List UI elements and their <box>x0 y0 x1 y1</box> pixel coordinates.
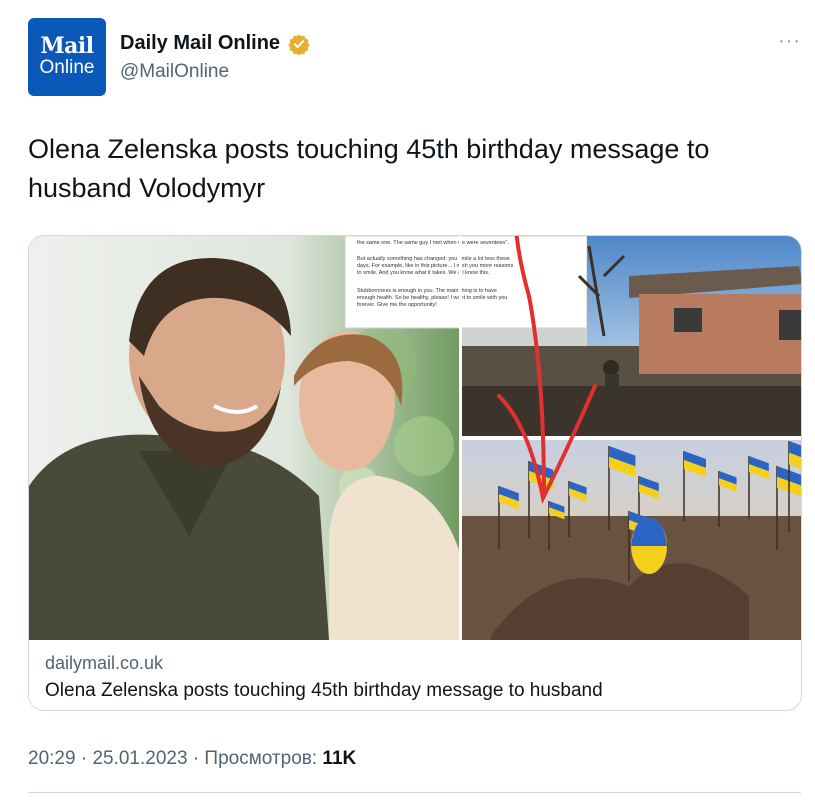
avatar-logo-line1: Mail <box>40 33 94 59</box>
caption-line: to smile. And you know what it takes. We… <box>357 270 490 276</box>
card-domain[interactable]: dailymail.co.uk <box>45 653 163 674</box>
author-name-row: Daily Mail Online <box>120 32 310 55</box>
meta-separator: · <box>187 748 205 769</box>
caption-line: forever. Give me the opportunity! <box>357 302 437 308</box>
card-image[interactable]: the same one. The same guy I met when we… <box>29 236 802 640</box>
caption-line: days. For example, like in this picture.… <box>357 263 513 269</box>
caption-line: enough health. So be healthy, please! I … <box>357 295 507 301</box>
tweet-time[interactable]: 20:29 <box>28 748 76 769</box>
tweet-text: Olena Zelenska posts touching 45th birth… <box>28 134 710 203</box>
avatar-logo-line2: Online <box>39 57 95 78</box>
caption-line: But actually something has changed: you … <box>357 256 510 262</box>
author-handle[interactable]: @MailOnline <box>120 61 229 83</box>
cemetery-flags-photo <box>461 440 801 640</box>
tweet-date[interactable]: 25.01.2023 <box>92 748 187 769</box>
caption-line: Stubbornness is enough in you. The main … <box>357 288 497 294</box>
caption-line: the same one. The same guy I met when we… <box>357 240 509 246</box>
divider <box>28 792 801 793</box>
meta-separator: · <box>75 748 93 769</box>
views-count[interactable]: 11K <box>322 748 356 769</box>
author-name[interactable]: Daily Mail Online <box>120 32 280 55</box>
link-card[interactable]: the same one. The same guy I met when we… <box>28 235 802 711</box>
avatar[interactable]: Mail Online <box>28 18 106 96</box>
more-options-icon[interactable]: ··· <box>778 30 801 53</box>
tweet-meta: 20:29 · 25.01.2023 · Просмотров: 11K <box>28 748 356 770</box>
views-label: Просмотров: <box>204 748 323 769</box>
card-title[interactable]: Olena Zelenska posts touching 45th birth… <box>45 680 603 702</box>
verified-badge-icon <box>288 33 310 55</box>
